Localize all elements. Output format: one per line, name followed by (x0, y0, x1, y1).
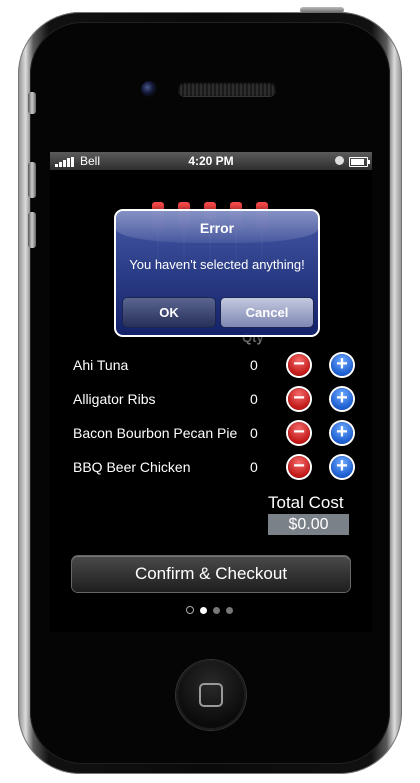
power-button (300, 7, 344, 13)
menu-row: BBQ Beer Chicken 0 − + (50, 453, 372, 483)
status-time: 4:20 PM (188, 154, 234, 168)
volume-up-button (28, 162, 36, 198)
menu-row: Bacon Bourbon Pecan Pie 0 − + (50, 419, 372, 449)
decrease-qty-button[interactable]: − (288, 388, 310, 410)
status-bar: Bell 4:20 PM (50, 152, 372, 170)
decrease-qty-button[interactable]: − (288, 354, 310, 376)
home-square-icon (199, 683, 223, 707)
page-dot[interactable] (200, 606, 207, 614)
decrease-qty-button[interactable]: − (288, 456, 310, 478)
alert-ok-button[interactable]: OK (122, 297, 216, 328)
increase-qty-button[interactable]: + (331, 422, 353, 444)
total-cost-label: Total Cost (268, 493, 344, 512)
page-dot[interactable] (213, 606, 220, 614)
confirm-checkout-button[interactable]: Confirm & Checkout (72, 556, 350, 592)
page-dot[interactable] (226, 606, 233, 614)
increase-qty-button[interactable]: + (331, 354, 353, 376)
menu-item-name: BBQ Beer Chicken (73, 459, 191, 475)
earpiece-speaker (178, 82, 276, 96)
decrease-qty-button[interactable]: − (288, 422, 310, 444)
alert-cancel-button[interactable]: Cancel (220, 297, 314, 328)
total-cost-value: $0.00 (268, 514, 349, 535)
mute-switch (28, 92, 36, 114)
app-screen: Bell 4:20 PM Qty Ahi Tuna 0 − + Alligato… (50, 152, 372, 632)
increase-qty-button[interactable]: + (331, 456, 353, 478)
home-button[interactable] (176, 660, 246, 730)
battery-icon (349, 157, 370, 167)
alert-message: You haven't selected anything! (129, 257, 305, 272)
search-page-icon[interactable] (186, 606, 194, 614)
increase-qty-button[interactable]: + (331, 388, 353, 410)
orientation-lock-icon (335, 156, 344, 165)
menu-item-qty: 0 (250, 459, 258, 475)
menu-item-qty: 0 (250, 357, 258, 373)
front-camera (141, 81, 157, 97)
volume-down-button (28, 212, 36, 248)
menu-item-qty: 0 (250, 391, 258, 407)
menu-item-name: Ahi Tuna (73, 357, 129, 373)
alert-title: Error (199, 220, 235, 236)
error-alert-dialog: Error You haven't selected anything! OK … (114, 209, 320, 337)
menu-item-qty: 0 (250, 425, 258, 441)
menu-row: Ahi Tuna 0 − + (50, 351, 372, 381)
page-indicator[interactable] (186, 606, 233, 614)
menu-item-name: Alligator Ribs (73, 391, 156, 407)
menu-row: Alligator Ribs 0 − + (50, 385, 372, 415)
menu-item-name: Bacon Bourbon Pecan Pie (73, 425, 238, 441)
